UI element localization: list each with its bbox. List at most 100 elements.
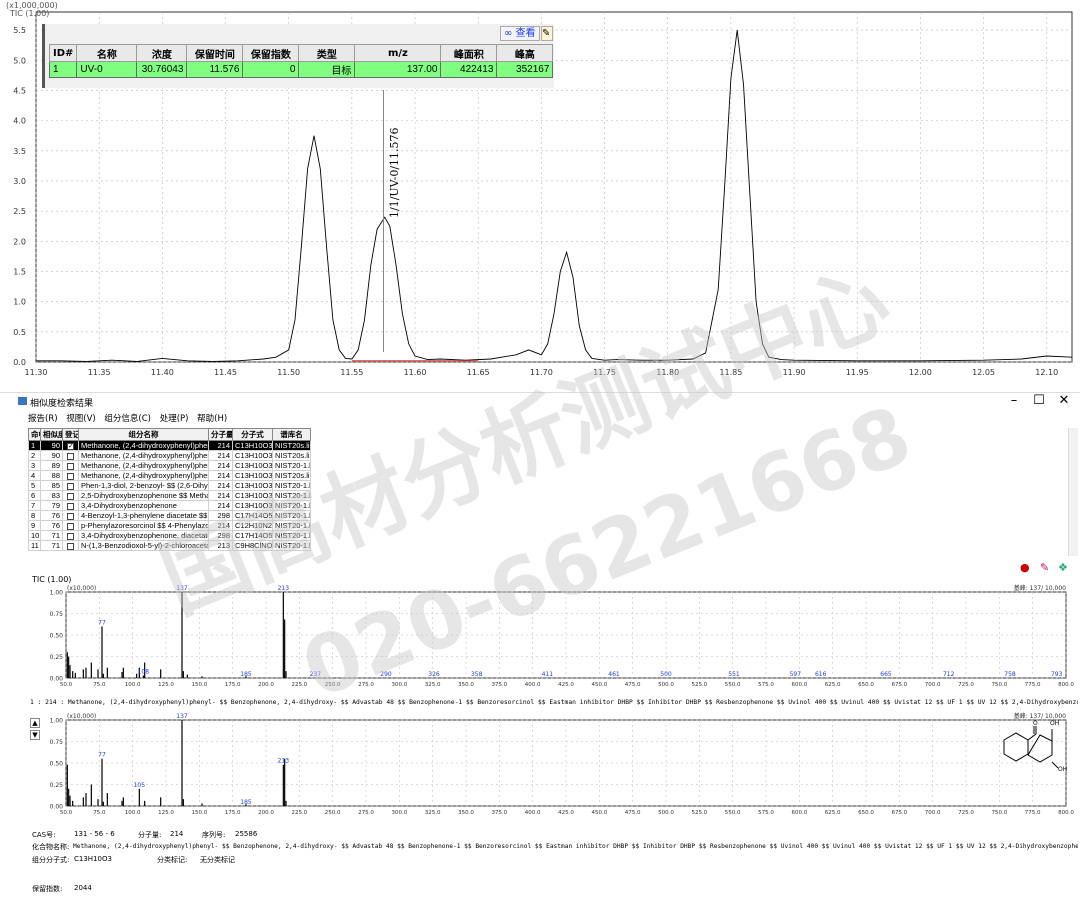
checkbox-icon[interactable] — [67, 472, 74, 480]
peak-row[interactable]: 1 UV-0 30.76043 11.576 0 目标 137.00 422413 352167 — [48, 61, 554, 78]
hit-cell: NIST20s.lib — [272, 450, 311, 461]
library-ms-x-tick-label: 225.0 — [291, 810, 307, 816]
register-checkbox[interactable] — [62, 470, 79, 481]
hit-col-5[interactable]: 分子式 — [232, 428, 273, 441]
hit-cell: 88 — [40, 470, 63, 481]
hit-row[interactable]: 5 85 Phen-1,3-diol, 2-benzoyl- $$ (2,6-Dih… — [28, 480, 311, 491]
edit-icon[interactable]: ✎ — [541, 26, 553, 41]
peak-col-8[interactable]: 峰高 — [496, 44, 554, 62]
hit-cell: 71 — [40, 530, 63, 541]
register-checkbox[interactable] — [62, 530, 79, 541]
checkbox-icon[interactable] — [67, 542, 74, 550]
hit-col-2[interactable]: 登记 — [62, 428, 79, 441]
hit-row[interactable]: 6 83 2,5-Dihydroxybenzophenone $$ Methan 21… — [28, 490, 311, 501]
menu-view[interactable]: 视图(V) — [66, 414, 95, 424]
peak-annotation: 1/1/UV-0/11.576 — [388, 127, 401, 218]
register-checkbox[interactable] — [62, 480, 79, 491]
target-ms-peak-label: 411 — [542, 671, 554, 678]
target-ms-peak-label: 290 — [380, 671, 392, 678]
hit-row[interactable]: 7 79 3,4-Dihydroxybenzophenone 214 C13H10O3 N… — [28, 500, 311, 511]
checkbox-icon[interactable] — [67, 442, 74, 450]
register-checkbox[interactable] — [62, 540, 79, 551]
peak-col-0[interactable]: ID# — [48, 44, 78, 62]
tic-y-tick-label: 1.5 — [13, 267, 26, 276]
menu-component-info[interactable]: 组分信息(C) — [104, 414, 151, 424]
hit-cell: C13H10O3 — [232, 480, 273, 491]
checkbox-icon[interactable] — [67, 532, 74, 540]
peak-col-3[interactable]: 保留时间 — [186, 44, 244, 62]
library-ms-x-tick-label: 800.0 — [1058, 810, 1074, 816]
hit-cell: 83 — [40, 490, 63, 501]
peak-col-5[interactable]: 类型 — [298, 44, 356, 62]
register-checkbox[interactable] — [62, 490, 79, 501]
target-ms-peak-label: 665 — [880, 671, 892, 678]
peak-marker-line — [383, 90, 384, 352]
menu-report[interactable]: 报告(R) — [28, 414, 58, 424]
checkbox-icon[interactable] — [67, 502, 74, 510]
checkbox-icon[interactable] — [67, 522, 74, 530]
hit-row[interactable]: 2 90 Methanone, (2,4-dihydroxyphenyl)pheny… — [28, 450, 311, 461]
peak-cell: 11.576 — [186, 61, 244, 78]
peak-col-2[interactable]: 浓度 — [136, 44, 188, 62]
library-ms-x-tick-label: 325.0 — [425, 810, 441, 816]
library-ms-peak-label: 185 — [240, 799, 252, 806]
hit-row[interactable]: 190 Methanone, (2,4-dihydroxyphenyl)pheny… — [28, 440, 311, 451]
record-icon[interactable]: ● — [1020, 562, 1032, 574]
register-checkbox[interactable] — [62, 520, 79, 531]
hit-cell: 9 — [28, 520, 41, 531]
peak-col-4[interactable]: 保留指数 — [242, 44, 300, 62]
library-ms-y-tick-label: 0.25 — [50, 782, 64, 789]
hit-row[interactable]: 4 88 Methanone, (2,4-dihydroxyphenyl)pheny… — [28, 470, 311, 481]
hit-row[interactable]: 10 71 3,4-Dihydroxybenzophenone, diacetate… — [28, 530, 311, 541]
hit-cell: 3 — [28, 460, 41, 471]
register-checkbox[interactable] — [62, 510, 79, 521]
pen-icon[interactable]: ✎ — [1040, 562, 1052, 574]
library-ms-x-tick-label: 775.0 — [1025, 810, 1041, 816]
peak-col-6[interactable]: m/z — [354, 44, 442, 62]
mw-label: 分子量: — [138, 831, 162, 839]
checkbox-icon[interactable] — [67, 452, 74, 460]
register-checkbox[interactable] — [62, 440, 79, 451]
hit-list-scrollbar[interactable] — [1068, 428, 1078, 556]
register-checkbox[interactable] — [62, 500, 79, 511]
library-ms-x-tick-label: 200.0 — [258, 810, 274, 816]
hit-col-4[interactable]: 分子量 — [208, 428, 233, 441]
hit-row[interactable]: 3 89 Methanone, (2,4-dihydroxyphenyl)pheny… — [28, 460, 311, 471]
library-ms-x-tick-label: 75.0 — [93, 810, 106, 816]
checkbox-icon[interactable] — [67, 462, 74, 470]
library-ms-peak-label: 137 — [176, 713, 188, 720]
hit-col-0[interactable]: 命中 — [28, 428, 41, 441]
tic-y-tick-label: 4.5 — [13, 86, 26, 95]
close-button[interactable]: ✕ — [1053, 393, 1075, 408]
library-ms-x-tick-label: 400.0 — [525, 810, 541, 816]
menu-process[interactable]: 处理(P) — [160, 414, 189, 424]
register-checkbox[interactable] — [62, 460, 79, 471]
tic-x-tick-label: 11.35 — [88, 368, 111, 377]
hit-col-1[interactable]: 相似度 — [40, 428, 63, 441]
window-title: 相似度检索结果 — [30, 399, 94, 409]
palette-icon[interactable]: ❖ — [1058, 562, 1070, 574]
maximize-button[interactable]: ☐ — [1028, 393, 1050, 408]
checkbox-icon[interactable] — [67, 512, 74, 520]
tic-x-tick-label: 11.65 — [467, 368, 490, 377]
peak-col-1[interactable]: 名称 — [76, 44, 138, 62]
hit-row[interactable]: 11 71 N-(1,3-Benzodioxol-5-yl)-2-chloroace… — [28, 540, 311, 551]
hit-cell: C9H8ClNO3 — [232, 540, 273, 551]
hit-col-3[interactable]: 组分名称 — [78, 428, 209, 441]
view-button[interactable]: ∞ 查看 — [500, 26, 540, 41]
peak-cell: 137.00 — [354, 61, 442, 78]
minimize-button[interactable]: – — [1003, 393, 1025, 408]
peak-table-panel: ∞ 查看 ✎ ID# 名称 浓度 保留时间 保留指数 类型 m/z 峰面积 峰高 1 UV-0 30… — [42, 24, 554, 88]
hit-cell: 3,4-Dihydroxybenzophenone, diacetate — [78, 530, 209, 541]
register-checkbox[interactable] — [62, 450, 79, 461]
hit-row[interactable]: 9 76 p-Phenylazoresorcinol $$ 4-Phenylazor… — [28, 520, 311, 531]
checkbox-icon[interactable] — [67, 492, 74, 500]
hit-cell: 11 — [28, 540, 41, 551]
hit-row[interactable]: 8 76 4-Benzoyl-1,3-phenylene diacetate $$ … — [28, 510, 311, 521]
checkbox-icon[interactable] — [67, 482, 74, 490]
peak-col-7[interactable]: 峰面积 — [440, 44, 498, 62]
hit-cell: Phen-1,3-diol, 2-benzoyl- $$ (2,6-Dihydr — [78, 480, 209, 491]
hit-col-6[interactable]: 谱库名 — [272, 428, 311, 441]
ri-value: 2044 — [74, 884, 92, 892]
menu-help[interactable]: 帮助(H) — [197, 414, 227, 424]
